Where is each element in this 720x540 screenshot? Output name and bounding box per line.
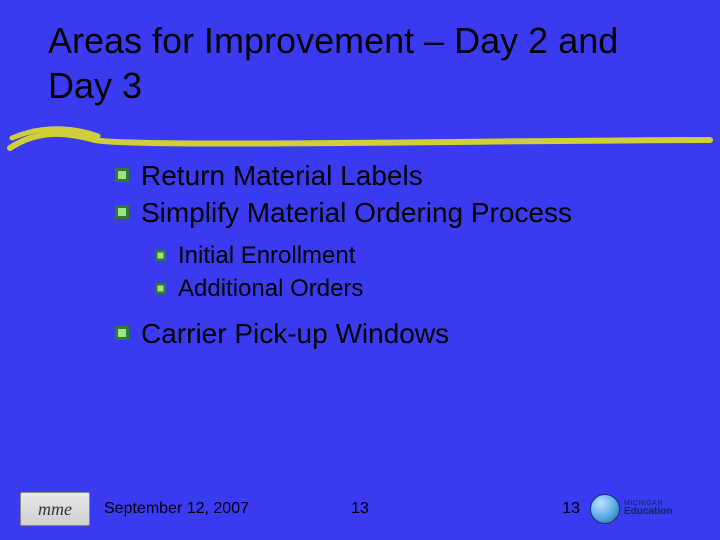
globe-icon	[590, 494, 620, 524]
list-item: Simplify Material Ordering Process	[115, 195, 680, 230]
footer: mme September 12, 2007 13 13 MICHIGAN Ed…	[0, 492, 720, 526]
bullet-text: Carrier Pick-up Windows	[141, 316, 449, 351]
footer-date: September 12, 2007	[104, 500, 249, 518]
bullet-icon	[155, 283, 166, 294]
sub-list: Initial Enrollment Additional Orders	[115, 232, 680, 316]
bullet-text: Return Material Labels	[141, 158, 423, 193]
list-item: Return Material Labels	[115, 158, 680, 193]
bullet-icon	[115, 205, 129, 219]
footer-right: 13 MICHIGAN Education	[562, 492, 680, 526]
bullet-icon	[115, 168, 129, 182]
slide-title: Areas for Improvement – Day 2 and Day 3	[48, 18, 680, 108]
bullet-icon	[155, 250, 166, 261]
michigan-education-logo: MICHIGAN Education	[590, 492, 680, 526]
logo-line2: Education	[624, 507, 672, 518]
bullet-icon	[115, 326, 129, 340]
list-item: Initial Enrollment	[155, 240, 680, 271]
bullet-text: Simplify Material Ordering Process	[141, 195, 572, 230]
content-area: Return Material Labels Simplify Material…	[0, 108, 720, 351]
mme-logo: mme	[20, 492, 90, 526]
page-number: 13	[351, 500, 369, 518]
title-area: Areas for Improvement – Day 2 and Day 3	[0, 0, 720, 108]
page-number: 13	[562, 500, 580, 518]
list-item: Carrier Pick-up Windows	[115, 316, 680, 351]
logo-text: MICHIGAN Education	[624, 500, 672, 518]
list-item: Additional Orders	[155, 273, 680, 304]
bullet-text: Initial Enrollment	[178, 240, 355, 271]
bullet-text: Additional Orders	[178, 273, 363, 304]
